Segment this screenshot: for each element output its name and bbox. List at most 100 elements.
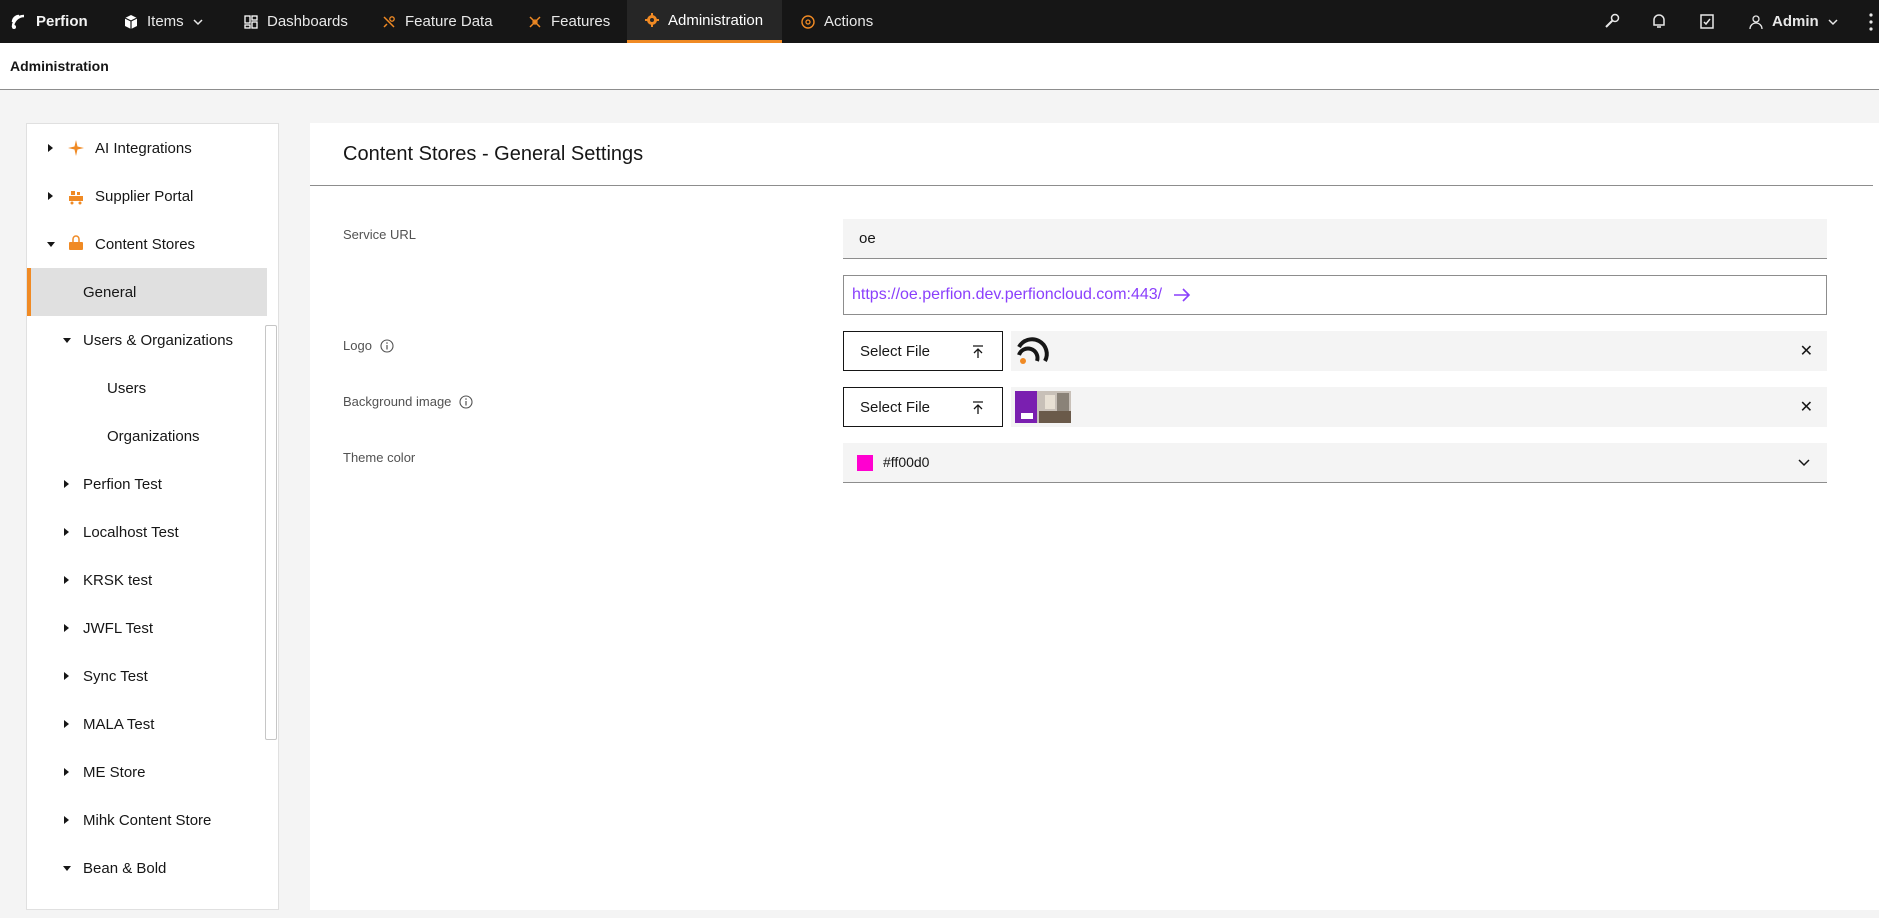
service-url-link[interactable]: https://oe.perfion.dev.perfioncloud.com:… (843, 275, 1827, 315)
nav-feature-data-label: Feature Data (405, 13, 493, 30)
tree-label: Sync Test (83, 667, 148, 685)
select-file-label: Select File (860, 342, 931, 360)
nav-actions[interactable]: Actions (800, 0, 873, 43)
upload-icon (973, 345, 983, 358)
tree-item-bean-bold[interactable]: Bean & Bold (27, 844, 267, 892)
service-url-link-text: https://oe.perfion.dev.perfioncloud.com:… (852, 286, 1163, 303)
sidebar-tree: AI Integrations Supplier Portal Content … (26, 123, 279, 910)
user-icon (1749, 14, 1763, 29)
logo-select-file-button[interactable]: Select File (843, 331, 1003, 371)
sidebar-scrollbar[interactable] (265, 325, 277, 740)
settings-panel: Content Stores - General Settings Servic… (310, 123, 1879, 910)
chevron-down-icon (193, 18, 203, 25)
basket-icon (69, 235, 83, 250)
dashboard-icon (244, 14, 258, 29)
tree-item-users[interactable]: Users (27, 364, 267, 412)
tree-item-content-stores[interactable]: Content Stores (27, 220, 267, 268)
brand-name: Perfion (36, 13, 88, 30)
info-icon[interactable] (459, 394, 473, 409)
caret-right-icon[interactable] (48, 192, 53, 200)
remove-logo-icon[interactable]: ✕ (1800, 341, 1813, 361)
perfion-logo-icon (11, 14, 25, 29)
theme-color-select[interactable]: #ff00d0 (843, 443, 1827, 483)
tree-label: Users & Organizations (83, 331, 234, 349)
nav-features[interactable]: Features (527, 0, 610, 43)
tree-item-organizations[interactable]: Organizations (27, 412, 267, 460)
tree-label: Users (107, 379, 147, 397)
nav-dashboards[interactable]: Dashboards (243, 0, 348, 43)
caret-down-icon[interactable] (63, 337, 71, 343)
tree-label: Organizations (107, 427, 200, 445)
service-url-input[interactable]: oe (843, 219, 1827, 259)
tree-label: Mihk Content Store (83, 811, 212, 829)
tree-item-users-organizations[interactable]: Users & Organizations (27, 316, 267, 364)
tree-item-mala-test[interactable]: MALA Test (27, 700, 267, 748)
nav-items-label: Items (147, 13, 184, 30)
service-url-label-text: Service URL (343, 227, 416, 242)
logo-thumbnail (1017, 337, 1049, 364)
remove-background-icon[interactable]: ✕ (1800, 397, 1813, 417)
select-file-label: Select File (860, 398, 931, 416)
features-icon (529, 15, 541, 28)
settings-title: Content Stores - General Settings (343, 143, 644, 165)
caret-right-icon[interactable] (64, 720, 69, 728)
sparkle-icon (68, 140, 84, 156)
supplier-icon (69, 191, 83, 205)
wrench-icon[interactable] (1603, 12, 1621, 30)
arrow-right-icon (1174, 288, 1191, 302)
feature-data-icon (383, 15, 395, 28)
upload-icon (973, 401, 983, 414)
caret-right-icon[interactable] (64, 768, 69, 776)
caret-right-icon[interactable] (64, 480, 69, 488)
chevron-down-icon (1798, 459, 1810, 467)
background-image-label-text: Background image (343, 394, 452, 409)
bell-icon[interactable] (1650, 12, 1668, 30)
gear-icon (645, 13, 659, 27)
nav-feature-data[interactable]: Feature Data (381, 0, 493, 43)
tree-item-ai-integrations[interactable]: AI Integrations (27, 124, 267, 172)
caret-right-icon[interactable] (48, 144, 53, 152)
title-divider (310, 185, 1873, 186)
caret-right-icon[interactable] (64, 624, 69, 632)
nav-dashboards-label: Dashboards (267, 13, 348, 30)
tree-item-krsk-test[interactable]: KRSK test (27, 556, 267, 604)
brand-logo[interactable]: Perfion (10, 0, 88, 43)
tree-item-supplier-portal[interactable]: Supplier Portal (27, 172, 267, 220)
nav-items[interactable]: Items (123, 0, 204, 43)
caret-right-icon[interactable] (64, 672, 69, 680)
caret-down-icon[interactable] (63, 865, 71, 871)
chevron-down-icon (1828, 18, 1838, 25)
tree-item-mihk-content-store[interactable]: Mihk Content Store (27, 796, 267, 844)
logo-label: Logo (343, 338, 394, 353)
tree-item-localhost-test[interactable]: Localhost Test (27, 508, 267, 556)
top-navigation-bar: Perfion Items Dashboards Feature Data Fe… (0, 0, 1879, 43)
overflow-menu-icon[interactable] (1868, 12, 1874, 32)
tree-item-perfion-test[interactable]: Perfion Test (27, 460, 267, 508)
caret-right-icon[interactable] (64, 576, 69, 584)
user-menu[interactable]: Admin (1748, 0, 1839, 43)
caret-down-icon[interactable] (47, 241, 55, 247)
tree-item-sync-test[interactable]: Sync Test (27, 652, 267, 700)
nav-administration[interactable]: Administration (627, 0, 782, 43)
nav-features-label: Features (551, 13, 611, 30)
nav-actions-label: Actions (824, 13, 874, 30)
tree-item-general[interactable]: General (27, 268, 267, 316)
cube-icon (124, 14, 138, 29)
background-image-label: Background image (343, 394, 473, 409)
caret-right-icon[interactable] (64, 528, 69, 536)
tree-item-me-store[interactable]: ME Store (27, 748, 267, 796)
background-select-file-button[interactable]: Select File (843, 387, 1003, 427)
page-title: Administration (10, 58, 109, 74)
background-image-preview: ✕ (1011, 387, 1827, 427)
tree-item-jwfl-test[interactable]: JWFL Test (27, 604, 267, 652)
page-header: Administration (0, 43, 1879, 90)
tree-label: General (83, 283, 137, 301)
tree-label: Perfion Test (83, 475, 162, 493)
info-icon[interactable] (380, 338, 394, 353)
tree-label: MALA Test (83, 715, 155, 733)
theme-color-label: Theme color (343, 450, 415, 465)
caret-right-icon[interactable] (64, 816, 69, 824)
logo-label-text: Logo (343, 338, 372, 353)
clipboard-check-icon[interactable] (1698, 12, 1716, 30)
tree-label: Localhost Test (83, 523, 179, 541)
